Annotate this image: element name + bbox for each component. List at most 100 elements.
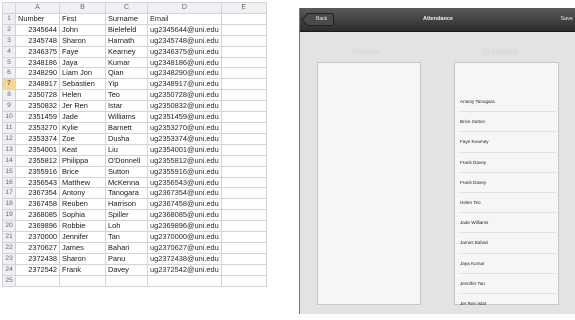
table-cell[interactable]: 2356543 — [15, 176, 60, 189]
row-header[interactable]: 9 — [2, 100, 16, 113]
table-cell[interactable]: Email — [147, 12, 222, 25]
table-cell[interactable]: ug2348186@uni.edu — [147, 56, 222, 69]
row-header[interactable]: 10 — [2, 111, 16, 123]
table-cell[interactable]: ug2356543@uni.edu — [147, 176, 222, 189]
table-cell[interactable]: 2355916 — [15, 165, 60, 178]
table-cell[interactable]: Matthew — [59, 176, 106, 189]
row-header[interactable]: 24 — [2, 263, 16, 276]
table-cell[interactable]: ug2350728@uni.edu — [147, 89, 222, 102]
candidate-item[interactable]: Antony Tanogara — [458, 92, 556, 113]
table-cell[interactable]: Panu — [105, 252, 148, 265]
table-cell[interactable]: Sebastien — [59, 78, 106, 91]
row-header[interactable]: 8 — [2, 89, 16, 102]
save-button[interactable]: Save — [560, 8, 573, 31]
table-cell[interactable] — [220, 56, 267, 69]
table-cell[interactable]: James — [59, 241, 106, 254]
table-cell[interactable]: ug2353374@uni.edu — [147, 132, 222, 145]
table-cell[interactable]: Jaya — [59, 56, 106, 69]
table-cell[interactable]: Helen — [59, 89, 106, 102]
table-cell[interactable]: ug2355916@uni.edu — [147, 165, 222, 178]
table-cell[interactable]: ug2354001@uni.edu — [147, 143, 222, 156]
table-cell[interactable]: 2372438 — [15, 252, 60, 265]
table-cell[interactable]: Kumar — [105, 56, 148, 69]
table-cell[interactable] — [220, 198, 267, 211]
row-header[interactable]: 12 — [2, 132, 16, 145]
row-header[interactable]: 15 — [2, 165, 16, 178]
presents-list[interactable] — [317, 62, 421, 305]
row-header[interactable]: 4 — [2, 45, 16, 58]
table-cell[interactable]: Liu — [105, 143, 148, 156]
table-cell[interactable]: 2350728 — [15, 89, 60, 102]
table-cell[interactable]: Sharon — [59, 252, 106, 265]
table-cell[interactable] — [220, 187, 267, 200]
table-cell[interactable]: 2354001 — [15, 143, 60, 156]
table-cell[interactable] — [220, 132, 267, 145]
table-cell[interactable]: Keat — [59, 143, 106, 156]
table-cell[interactable]: Loh — [105, 220, 148, 233]
table-cell[interactable] — [220, 176, 267, 189]
table-cell[interactable]: Istar — [105, 100, 148, 113]
candidate-item[interactable]: Helen Teo — [458, 193, 556, 214]
candidate-item[interactable]: Frank Davey — [458, 173, 556, 193]
table-cell[interactable] — [220, 111, 267, 123]
row-header[interactable]: 11 — [2, 121, 16, 134]
table-cell[interactable]: Sharon — [59, 34, 106, 47]
table-cell[interactable]: 2372542 — [15, 263, 60, 276]
table-cell[interactable]: ug2355812@uni.edu — [147, 154, 222, 167]
row-header[interactable]: 20 — [2, 220, 16, 233]
table-cell[interactable] — [15, 274, 60, 287]
table-cell[interactable]: ug2370627@uni.edu — [147, 241, 222, 254]
table-cell[interactable] — [220, 67, 267, 80]
table-cell[interactable]: Barnett — [105, 121, 148, 134]
table-cell[interactable]: Robbie — [59, 220, 106, 233]
table-cell[interactable]: 2367458 — [15, 198, 60, 211]
candidate-item[interactable]: Brice Sutton — [458, 112, 556, 133]
table-cell[interactable]: 2348290 — [15, 67, 60, 80]
table-cell[interactable]: Qian — [105, 67, 148, 80]
table-cell[interactable]: ug2345748@uni.edu — [147, 34, 222, 47]
table-cell[interactable]: 2370000 — [15, 231, 60, 243]
table-cell[interactable]: ug2370000@uni.edu — [147, 231, 222, 243]
table-cell[interactable]: Kearney — [105, 45, 148, 58]
row-header[interactable]: 22 — [2, 241, 16, 254]
table-cell[interactable]: ug2346375@uni.edu — [147, 45, 222, 58]
table-cell[interactable]: Philippa — [59, 154, 106, 167]
table-cell[interactable]: 2348917 — [15, 78, 60, 91]
row-header[interactable]: 7 — [2, 78, 16, 91]
table-cell[interactable]: Davey — [105, 263, 148, 276]
row-header[interactable]: 16 — [2, 176, 16, 189]
table-cell[interactable] — [220, 121, 267, 134]
candidate-item[interactable]: Jer Ren Istar — [458, 294, 556, 315]
table-cell[interactable]: Jer Ren — [59, 100, 106, 113]
table-cell[interactable] — [220, 209, 267, 222]
table-cell[interactable]: 2351459 — [15, 111, 60, 123]
table-cell[interactable]: Yip — [105, 78, 148, 91]
column-header-d[interactable]: D — [147, 2, 222, 14]
table-cell[interactable]: Brice — [59, 165, 106, 178]
table-cell[interactable] — [220, 23, 267, 36]
table-cell[interactable]: Reuben — [59, 198, 106, 211]
row-header[interactable]: 21 — [2, 231, 16, 243]
table-cell[interactable]: ug2351459@uni.edu — [147, 111, 222, 123]
table-cell[interactable] — [220, 220, 267, 233]
row-header[interactable]: 14 — [2, 154, 16, 167]
row-header[interactable]: 18 — [2, 198, 16, 211]
table-cell[interactable]: 2350832 — [15, 100, 60, 113]
table-cell[interactable]: Jennifer — [59, 231, 106, 243]
table-cell[interactable]: Liam Jon — [59, 67, 106, 80]
row-header[interactable]: 3 — [2, 34, 16, 47]
table-cell[interactable]: Bielefeld — [105, 23, 148, 36]
table-cell[interactable] — [220, 252, 267, 265]
row-header[interactable]: 2 — [2, 23, 16, 36]
table-cell[interactable]: Harnath — [105, 34, 148, 47]
row-header[interactable]: 23 — [2, 252, 16, 265]
table-cell[interactable]: Spiller — [105, 209, 148, 222]
table-cell[interactable]: ug2348917@uni.edu — [147, 78, 222, 91]
row-header[interactable]: 25 — [2, 274, 16, 287]
row-header[interactable]: 1 — [2, 12, 16, 25]
table-cell[interactable]: ug2353270@uni.edu — [147, 121, 222, 134]
table-cell[interactable] — [220, 143, 267, 156]
table-cell[interactable]: Antony — [59, 187, 106, 200]
table-cell[interactable]: 2355812 — [15, 154, 60, 167]
table-cell[interactable]: 2345644 — [15, 23, 60, 36]
